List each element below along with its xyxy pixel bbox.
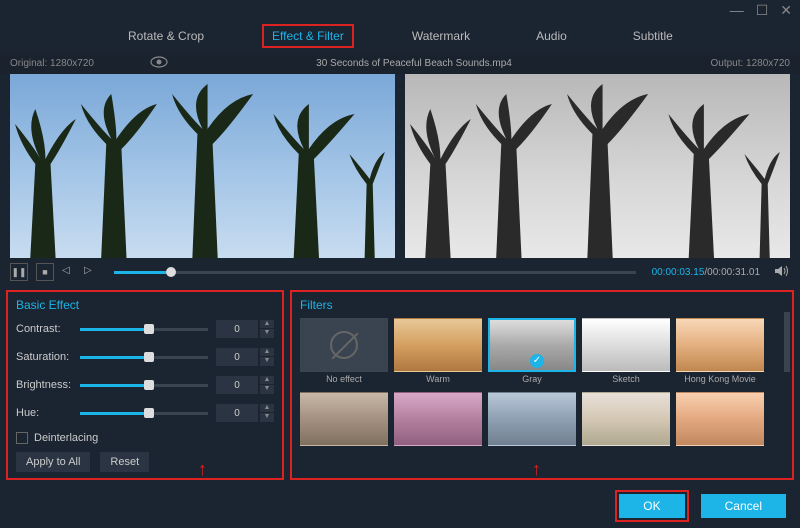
volume-icon[interactable]	[774, 264, 790, 280]
filter-label: Sketch	[612, 374, 640, 386]
filter-thumb[interactable]: ✓	[488, 318, 576, 372]
time-current: 00:00:03.15	[652, 267, 705, 278]
spin-up-button[interactable]: ▲	[260, 376, 274, 385]
filter-label: Gray	[522, 374, 542, 386]
spin-up-button[interactable]: ▲	[260, 320, 274, 329]
time-display: 00:00:03.15/00:00:31.01	[652, 267, 760, 278]
pause-button[interactable]: ❚❚	[10, 263, 28, 281]
filter-thumb[interactable]	[676, 392, 764, 446]
maximize-button[interactable]: ☐	[756, 2, 769, 19]
filters-panel: Filters No effect Warm ✓ Gray Sketch Hong Kon…	[290, 290, 794, 480]
time-total: 00:00:31.01	[707, 267, 760, 278]
tab-subtitle[interactable]: Subtitle	[625, 26, 681, 46]
filter-thumb[interactable]	[582, 318, 670, 372]
tab-rotate-crop[interactable]: Rotate & Crop	[120, 26, 212, 46]
filename: 30 Seconds of Peaceful Beach Sounds.mp4	[168, 58, 660, 69]
seek-bar[interactable]	[114, 271, 636, 274]
original-resolution: Original: 1280x720	[10, 58, 140, 69]
cancel-button[interactable]: Cancel	[701, 494, 786, 518]
apply-to-all-button[interactable]: Apply to All	[16, 452, 90, 472]
spin-down-button[interactable]: ▼	[260, 413, 274, 422]
slider-brightness[interactable]	[80, 384, 208, 387]
basic-effect-title: Basic Effect	[16, 298, 274, 312]
slider-saturation[interactable]	[80, 356, 208, 359]
filter-thumb[interactable]	[394, 392, 482, 446]
reset-button[interactable]: Reset	[100, 452, 149, 472]
slider-label: Hue:	[16, 407, 80, 419]
spin-down-button[interactable]: ▼	[260, 385, 274, 394]
output-resolution: Output: 1280x720	[660, 58, 790, 69]
basic-effect-panel: Basic Effect Contrast: 0 ▲▼Saturation: 0…	[6, 290, 284, 480]
filter-thumb[interactable]	[300, 392, 388, 446]
slider-label: Contrast:	[16, 323, 80, 335]
spin-up-button[interactable]: ▲	[260, 348, 274, 357]
filter-thumb-noeffect[interactable]	[300, 318, 388, 372]
slider-contrast[interactable]	[80, 328, 208, 331]
slider-value[interactable]: 0	[216, 404, 258, 422]
filters-scrollbar[interactable]	[784, 312, 790, 372]
annotation-arrow-icon: ↑	[532, 459, 541, 480]
spin-down-button[interactable]: ▼	[260, 357, 274, 366]
close-button[interactable]: ✕	[780, 2, 792, 19]
preview-output	[405, 74, 790, 258]
prev-frame-button[interactable]: ◁	[62, 265, 76, 279]
spin-up-button[interactable]: ▲	[260, 404, 274, 413]
filter-thumb[interactable]	[582, 392, 670, 446]
slider-value[interactable]: 0	[216, 320, 258, 338]
slider-hue[interactable]	[80, 412, 208, 415]
tab-effect-filter[interactable]: Effect & Filter	[262, 24, 354, 48]
stop-button[interactable]: ■	[36, 263, 54, 281]
filter-label: Warm	[426, 374, 450, 386]
checkmark-icon: ✓	[530, 354, 544, 368]
tab-bar: Rotate & Crop Effect & Filter Watermark …	[0, 20, 800, 52]
preview-original	[10, 74, 395, 258]
filter-thumb[interactable]	[488, 392, 576, 446]
filter-thumb[interactable]	[394, 318, 482, 372]
filter-label: Hong Kong Movie	[684, 374, 756, 386]
filters-title: Filters	[300, 298, 784, 312]
slider-value[interactable]: 0	[216, 348, 258, 366]
spin-down-button[interactable]: ▼	[260, 329, 274, 338]
tab-watermark[interactable]: Watermark	[404, 26, 478, 46]
annotation-arrow-icon: ↑	[198, 459, 207, 480]
minimize-button[interactable]: —	[730, 2, 744, 18]
slider-label: Brightness:	[16, 379, 80, 391]
slider-label: Saturation:	[16, 351, 80, 363]
next-frame-button[interactable]: ▷	[84, 265, 98, 279]
ok-button[interactable]: OK	[619, 494, 684, 518]
filter-thumb[interactable]	[676, 318, 764, 372]
eye-icon[interactable]	[150, 56, 168, 71]
slider-value[interactable]: 0	[216, 376, 258, 394]
deinterlacing-checkbox[interactable]: Deinterlacing	[16, 432, 274, 444]
filter-label: No effect	[326, 374, 362, 386]
tab-audio[interactable]: Audio	[528, 26, 575, 46]
